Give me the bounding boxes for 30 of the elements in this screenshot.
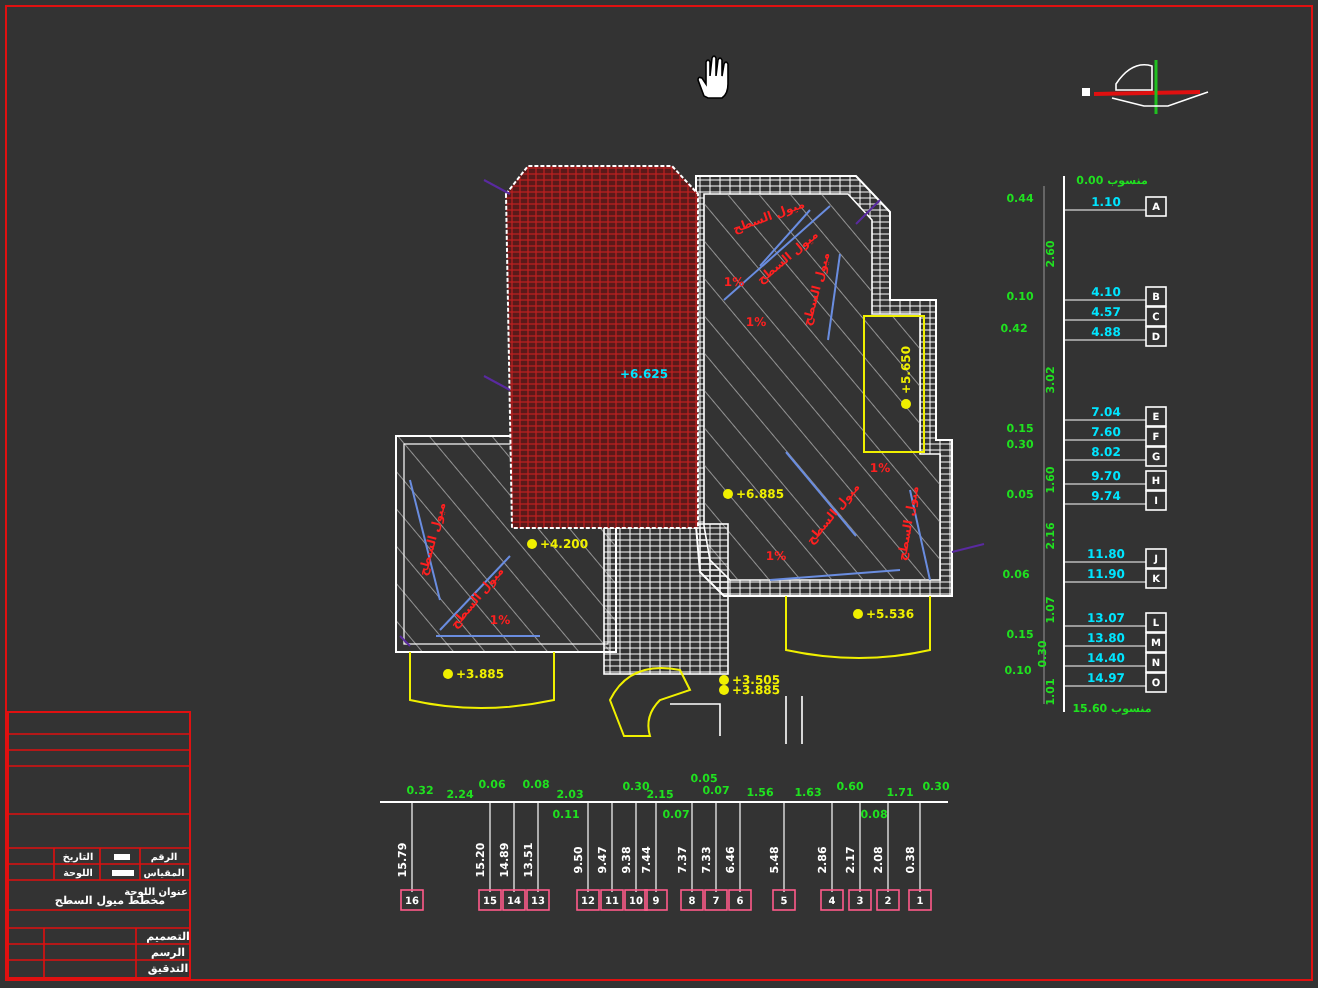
station-tag	[624, 889, 648, 911]
station-tag	[478, 889, 502, 911]
level-marker-icon	[901, 399, 911, 409]
leader-line	[399, 635, 411, 647]
leader-line	[855, 199, 881, 225]
north-arrow-drawing	[1082, 60, 1209, 114]
station-tag	[704, 889, 728, 911]
station-tag	[644, 889, 668, 911]
station-tag	[728, 889, 752, 911]
field-value-block	[112, 870, 134, 876]
station-tag	[772, 889, 796, 911]
station-tag	[600, 889, 624, 911]
level-marker-icon	[443, 669, 453, 679]
level-marker-icon	[723, 489, 733, 499]
station-tag	[576, 889, 600, 911]
station-tag	[502, 889, 526, 911]
station-tag	[908, 889, 932, 911]
station-tag	[876, 889, 900, 911]
station-tag	[526, 889, 550, 911]
leader-line	[483, 179, 511, 195]
field-value-block	[114, 854, 130, 860]
level-marker-icon	[853, 609, 863, 619]
station-tag	[400, 889, 424, 911]
leader-line	[951, 543, 985, 553]
leader-line	[483, 375, 511, 391]
level-marker-icon	[527, 539, 537, 549]
station-tag	[680, 889, 704, 911]
station-tag	[820, 889, 844, 911]
pan-hand-icon	[697, 55, 729, 99]
station-tag	[848, 889, 872, 911]
